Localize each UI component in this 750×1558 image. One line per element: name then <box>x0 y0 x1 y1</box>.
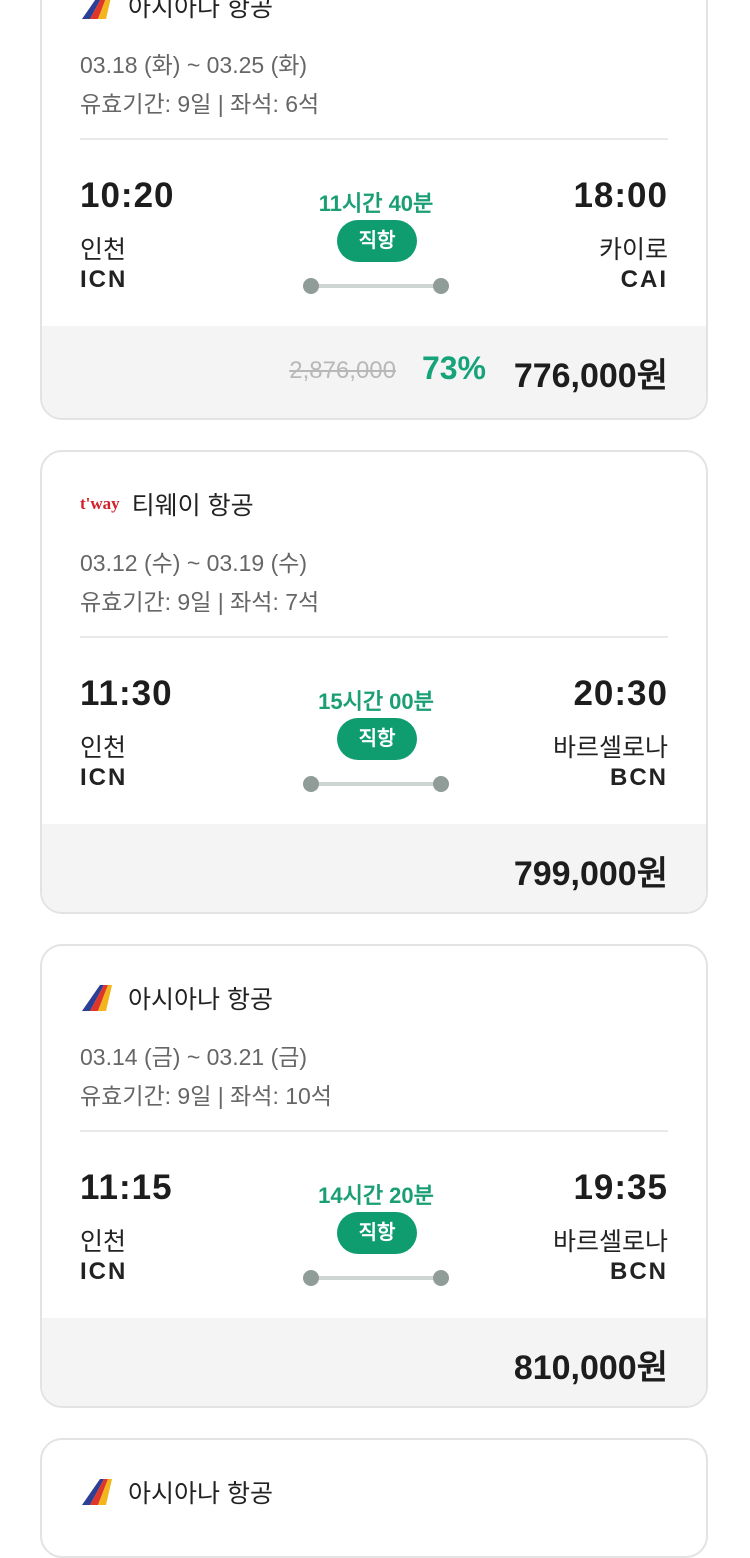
divider <box>80 1130 668 1132</box>
asiana-logo-icon <box>80 1477 116 1507</box>
asiana-logo-icon <box>80 0 116 21</box>
price-bar: 810,000원 <box>42 1318 706 1406</box>
flight-duration: 11시간 40분 <box>318 191 434 216</box>
arrival-city: 바르셀로나 <box>552 734 668 762</box>
direct-flight-badge: 직항 <box>337 718 417 760</box>
arrival-city: 카이로 <box>598 236 668 264</box>
departure-code: ICN <box>80 1258 128 1285</box>
route-line <box>310 284 442 288</box>
tway-logo-text: t'way <box>80 494 120 513</box>
price: 810,000원 <box>513 1349 668 1387</box>
flight-card[interactable]: 아시아나 항공 <box>40 1438 708 1558</box>
departure-city: 인천 <box>80 1228 127 1256</box>
arrival-city: 바르셀로나 <box>552 1228 668 1256</box>
validity-seats: 유효기간: 9일 | 좌석: 7석 <box>80 589 320 615</box>
route-destination-dot <box>433 776 449 792</box>
flight-duration: 15시간 00분 <box>318 689 434 714</box>
divider <box>80 138 668 140</box>
flight-duration: 14시간 20분 <box>318 1183 434 1208</box>
departure-city: 인천 <box>80 734 127 762</box>
departure-code: ICN <box>80 764 128 791</box>
travel-dates: 03.14 (금) ~ 03.21 (금) <box>80 1044 308 1070</box>
price: 776,000원 <box>513 357 668 395</box>
flight-card[interactable]: 아시아나 항공 03.14 (금) ~ 03.21 (금) 유효기간: 9일 |… <box>40 944 708 1408</box>
airline-name: 아시아나 항공 <box>128 1480 273 1508</box>
asiana-logo-icon <box>80 983 116 1013</box>
arrival-code: BCN <box>610 1258 668 1285</box>
travel-dates: 03.18 (화) ~ 03.25 (화) <box>80 52 308 78</box>
validity-seats: 유효기간: 9일 | 좌석: 6석 <box>80 91 320 117</box>
departure-city: 인천 <box>80 236 127 264</box>
route-destination-dot <box>433 278 449 294</box>
route-origin-dot <box>303 776 319 792</box>
arrival-code: BCN <box>610 764 668 791</box>
route-line <box>310 782 442 786</box>
divider <box>80 636 668 638</box>
price-bar: 2,876,000 73% 776,000원 <box>42 326 706 418</box>
airline-row: 아시아나 항공 <box>80 0 273 24</box>
discount-rate: 73% <box>421 350 486 386</box>
direct-flight-badge: 직항 <box>337 1212 417 1254</box>
tway-logo-icon: t'way <box>80 489 120 519</box>
route-line <box>310 1276 442 1280</box>
airline-name: 아시아나 항공 <box>128 986 273 1014</box>
airline-row: 아시아나 항공 <box>80 1474 273 1510</box>
flight-card[interactable]: 아시아나 항공 03.18 (화) ~ 03.25 (화) 유효기간: 9일 |… <box>40 0 708 420</box>
direct-flight-badge: 직항 <box>337 220 417 262</box>
airline-name: 아시아나 항공 <box>128 0 273 22</box>
route-origin-dot <box>303 1270 319 1286</box>
departure-code: ICN <box>80 266 128 293</box>
arrival-code: CAI <box>620 266 668 293</box>
travel-dates: 03.12 (수) ~ 03.19 (수) <box>80 550 308 576</box>
route-origin-dot <box>303 278 319 294</box>
original-price: 2,876,000 <box>289 357 396 384</box>
validity-seats: 유효기간: 9일 | 좌석: 10석 <box>80 1083 332 1109</box>
airline-row: 아시아나 항공 <box>80 980 273 1016</box>
price-bar: 799,000원 <box>42 824 706 912</box>
airline-row: t'way 티웨이 항공 <box>80 486 254 522</box>
price: 799,000원 <box>513 855 668 893</box>
airline-name: 티웨이 항공 <box>131 492 254 520</box>
flight-card[interactable]: t'way 티웨이 항공 03.12 (수) ~ 03.19 (수) 유효기간:… <box>40 450 708 914</box>
route-destination-dot <box>433 1270 449 1286</box>
